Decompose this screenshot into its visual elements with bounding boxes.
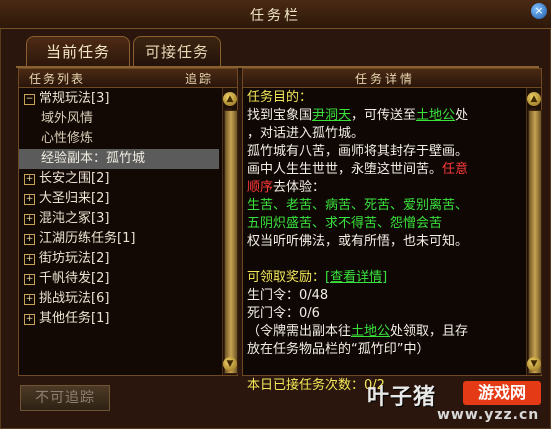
- track-column-label: 追踪: [184, 72, 213, 86]
- goal-line-2: ，对话进入孤竹城。: [247, 126, 365, 141]
- task-category[interactable]: + 挑战玩法[6]: [19, 289, 219, 309]
- detail-scrollbar[interactable]: ▲ ▼: [526, 88, 542, 375]
- view-details-link[interactable]: [查看详情]: [325, 270, 387, 285]
- goal-line-1: 找到宝象国尹洞天，可传送至土地公处: [247, 107, 525, 125]
- list-item-label: 街坊玩法[2]: [39, 251, 110, 266]
- any-order-text: 顺序: [247, 180, 274, 195]
- scroll-down-icon[interactable]: ▼: [527, 357, 541, 371]
- any-order-text: 任意: [442, 162, 469, 177]
- watermark: 叶子猪 游戏网 www.yzz.cn: [367, 379, 547, 425]
- story-text: 画中人生生世世，永堕这世间苦。: [247, 162, 443, 177]
- npc-link-tudigong-2[interactable]: 土地公: [351, 324, 390, 339]
- task-list-scrollbar[interactable]: ▲ ▼: [222, 88, 238, 375]
- task-category-regular[interactable]: − 常规玩法[3]: [19, 89, 219, 109]
- task-list-title: 任务列表: [29, 72, 86, 86]
- npc-link-tudigong[interactable]: 土地公: [416, 108, 455, 123]
- scroll-up-icon[interactable]: ▲: [527, 92, 541, 106]
- goal-text: 处: [455, 108, 469, 123]
- expand-icon[interactable]: +: [24, 294, 35, 305]
- reward-line: 可领取奖励：[查看详情]: [247, 269, 525, 287]
- reward-title: 可领取奖励：: [247, 270, 326, 285]
- note-line-2: 放在任务物品栏的“孤竹印”中）: [247, 342, 430, 357]
- list-item-label: 心性修炼: [41, 131, 94, 146]
- scroll-thumb[interactable]: [528, 110, 542, 374]
- npc-link-yin-dongtian[interactable]: 尹洞天: [312, 108, 351, 123]
- list-item-label: 大圣归来[2]: [39, 191, 110, 206]
- list-item-label: 江湖历练任务[1]: [39, 231, 136, 246]
- task-detail-panel: 任务详情 任务目的： 找到宝象国尹洞天，可传送至土地公处 ，对话进入孤竹城。 孤…: [242, 68, 542, 393]
- story-line-4: 权当听听佛法，或有所悟，也未可知。: [247, 234, 469, 249]
- expand-icon[interactable]: +: [24, 214, 35, 225]
- expand-icon[interactable]: +: [24, 274, 35, 285]
- task-detail-title: 任务详情: [354, 72, 415, 86]
- watermark-badge: 游戏网: [463, 381, 541, 405]
- goal-text: 找到宝象国: [247, 108, 313, 123]
- task-list-panel: 任务列表 追踪 − 常规玩法[3] 域外风情 心性修炼 经验副本：孤竹城 + 长安之…: [18, 68, 238, 376]
- story-text: 去体验：: [273, 180, 326, 195]
- task-category[interactable]: + 街坊玩法[2]: [19, 249, 219, 269]
- untrackable-button[interactable]: 不可追踪: [20, 385, 110, 411]
- goal-text: ，可传送至: [351, 108, 417, 123]
- note-line-1: （令牌需出副本往土地公处领取，且存: [247, 323, 525, 341]
- tab-current-tasks[interactable]: 当前任务: [26, 36, 130, 67]
- task-list: − 常规玩法[3] 域外风情 心性修炼 经验副本：孤竹城 + 长安之围[2] + 大圣…: [19, 89, 219, 329]
- task-item-selected[interactable]: 经验副本：孤竹城: [19, 149, 219, 169]
- list-item-label: 混沌之冢[3]: [39, 211, 110, 226]
- expand-icon[interactable]: +: [24, 314, 35, 325]
- task-category[interactable]: + 江湖历练任务[1]: [19, 229, 219, 249]
- expand-icon[interactable]: +: [24, 234, 35, 245]
- task-category[interactable]: + 千帆待发[2]: [19, 269, 219, 289]
- tab-available-tasks[interactable]: 可接任务: [133, 36, 221, 67]
- task-category[interactable]: + 长安之围[2]: [19, 169, 219, 189]
- list-item-label: 其他任务[1]: [39, 311, 110, 326]
- watermark-url: www.yzz.cn: [437, 407, 540, 423]
- expand-icon[interactable]: +: [24, 254, 35, 265]
- list-item-label: 域外风情: [41, 111, 94, 126]
- reward-item-1: 生门令：0/48: [247, 288, 329, 303]
- task-category[interactable]: + 大圣归来[2]: [19, 189, 219, 209]
- list-item-label: 千帆待发[2]: [39, 271, 110, 286]
- goal-title: 任务目的：: [247, 90, 313, 105]
- window-title: 任务栏: [250, 8, 301, 24]
- task-detail-header: 任务详情: [243, 69, 541, 88]
- story-line-2: 画中人生生世世，永堕这世间苦。任意: [247, 161, 525, 179]
- reward-item-2: 死门令：0/6: [247, 306, 320, 321]
- list-item-label: 常规玩法[3]: [39, 91, 110, 106]
- watermark-cn: 叶子猪: [367, 385, 437, 410]
- title-bar[interactable]: 任务栏 ×: [0, 0, 551, 29]
- suffering-list-1: 生苦、老苦、病苦、死苦、爱别离苦、: [247, 198, 469, 213]
- list-item-label: 经验副本：孤竹城: [41, 151, 146, 166]
- task-detail-text: 任务目的： 找到宝象国尹洞天，可传送至土地公处 ，对话进入孤竹城。 孤竹城有八苦…: [247, 89, 525, 395]
- story-line-1: 孤竹城有八苦，画师将其封存于壁画。: [247, 144, 469, 159]
- expand-icon[interactable]: +: [24, 174, 35, 185]
- close-icon[interactable]: ×: [531, 3, 547, 19]
- list-item-label: 长安之围[2]: [39, 171, 110, 186]
- task-item[interactable]: 心性修炼: [19, 129, 219, 149]
- scroll-up-icon[interactable]: ▲: [223, 92, 237, 106]
- scroll-down-icon[interactable]: ▼: [223, 357, 237, 371]
- task-category[interactable]: + 混沌之冢[3]: [19, 209, 219, 229]
- scroll-thumb[interactable]: [224, 110, 238, 374]
- task-list-header: 任务列表 追踪: [19, 69, 237, 88]
- list-item-label: 挑战玩法[6]: [39, 291, 110, 306]
- suffering-list-2: 五阴炽盛苦、求不得苦、怨憎会苦: [247, 216, 443, 231]
- collapse-icon[interactable]: −: [24, 94, 35, 105]
- task-item[interactable]: 域外风情: [19, 109, 219, 129]
- task-category[interactable]: + 其他任务[1]: [19, 309, 219, 329]
- note-text: （令牌需出副本往: [247, 324, 352, 339]
- note-text: 处领取，且存: [390, 324, 469, 339]
- story-line-3: 顺序去体验：: [247, 179, 525, 197]
- expand-icon[interactable]: +: [24, 194, 35, 205]
